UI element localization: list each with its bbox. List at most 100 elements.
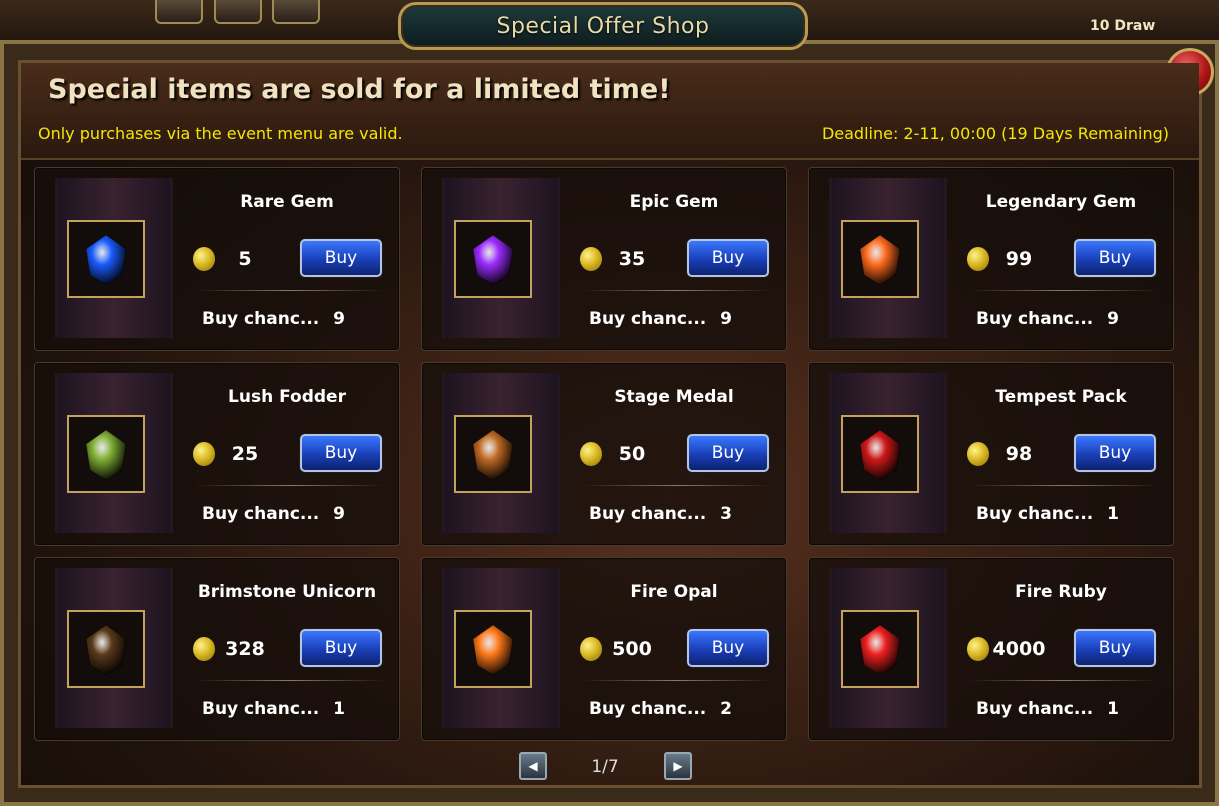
- top-menu-button-3[interactable]: [272, 0, 320, 24]
- divider: [582, 680, 772, 681]
- divider: [969, 485, 1159, 486]
- buy-button[interactable]: Buy: [1074, 434, 1156, 472]
- gold-coin-icon: [193, 637, 215, 661]
- item-card: Brimstone Unicorn 328 Buy Buy chanc... 1: [34, 557, 400, 741]
- item-name: Rare Gem: [240, 192, 334, 212]
- title-plate: Special Offer Shop: [398, 2, 808, 50]
- item-price: 99: [1005, 248, 1033, 270]
- divider: [195, 485, 385, 486]
- item-name: Epic Gem: [629, 192, 719, 212]
- item-name: Brimstone Unicorn: [197, 582, 377, 602]
- top-menu-button-2[interactable]: [214, 0, 262, 24]
- buy-chance-value: 9: [1107, 309, 1119, 329]
- item-name: Fire Opal: [630, 582, 718, 602]
- item-card: Rare Gem 5 Buy Buy chanc... 9: [34, 167, 400, 351]
- item-slot[interactable]: [67, 220, 145, 298]
- epic-gem-icon: [472, 234, 514, 286]
- item-name: Tempest Pack: [995, 387, 1127, 407]
- rare-gem-icon: [85, 234, 127, 286]
- item-slot[interactable]: [67, 610, 145, 688]
- item-price: 328: [225, 638, 265, 660]
- fire-ruby-icon: [859, 624, 901, 676]
- item-price: 50: [618, 443, 646, 465]
- gold-coin-icon: [580, 637, 602, 661]
- buy-chance-value: 2: [720, 699, 732, 719]
- divider: [969, 680, 1159, 681]
- top-menu-button-1[interactable]: [155, 0, 203, 24]
- buy-chance-label: Buy chanc...: [589, 504, 707, 524]
- buy-chance-label: Buy chanc...: [589, 699, 707, 719]
- item-price: 35: [618, 248, 646, 270]
- gold-coin-icon: [967, 247, 989, 271]
- item-slot[interactable]: [841, 610, 919, 688]
- prev-page-button[interactable]: ◀: [519, 752, 547, 780]
- item-price: 4000: [992, 638, 1046, 660]
- buy-button[interactable]: Buy: [300, 629, 382, 667]
- gold-coin-icon: [193, 247, 215, 271]
- divider: [582, 290, 772, 291]
- buy-button[interactable]: Buy: [687, 434, 769, 472]
- unicorn-icon: [85, 624, 127, 676]
- buy-chance-value: 1: [333, 699, 345, 719]
- divider: [582, 485, 772, 486]
- buy-chance-label: Buy chanc...: [202, 699, 320, 719]
- arrow-right-icon: ▶: [673, 759, 683, 773]
- window-title: Special Offer Shop: [496, 13, 710, 39]
- buy-chance-label: Buy chanc...: [976, 504, 1094, 524]
- item-slot[interactable]: [67, 415, 145, 493]
- item-price: 98: [1005, 443, 1033, 465]
- fodder-icon: [85, 429, 127, 481]
- item-name: Stage Medal: [614, 387, 734, 407]
- buy-chance-label: Buy chanc...: [589, 309, 707, 329]
- item-price: 500: [612, 638, 652, 660]
- purchase-note: Only purchases via the event menu are va…: [38, 124, 403, 143]
- gold-coin-icon: [580, 247, 602, 271]
- buy-chance-label: Buy chanc...: [976, 309, 1094, 329]
- item-slot[interactable]: [454, 610, 532, 688]
- headline: Special items are sold for a limited tim…: [48, 74, 671, 105]
- buy-button[interactable]: Buy: [687, 629, 769, 667]
- buy-chance-label: Buy chanc...: [202, 504, 320, 524]
- fire-opal-icon: [472, 624, 514, 676]
- gold-coin-icon: [967, 637, 989, 661]
- gold-coin-icon: [967, 442, 989, 466]
- buy-button[interactable]: Buy: [1074, 629, 1156, 667]
- pack-icon: [859, 429, 901, 481]
- buy-chance-value: 3: [720, 504, 732, 524]
- next-page-button[interactable]: ▶: [664, 752, 692, 780]
- item-card: Lush Fodder 25 Buy Buy chanc... 9: [34, 362, 400, 546]
- buy-button[interactable]: Buy: [300, 434, 382, 472]
- item-price: 25: [231, 443, 259, 465]
- arrow-left-icon: ◀: [528, 759, 538, 773]
- item-name: Fire Ruby: [1015, 582, 1107, 602]
- buy-button[interactable]: Buy: [1074, 239, 1156, 277]
- item-card: Fire Ruby 4000 Buy Buy chanc... 1: [808, 557, 1174, 741]
- item-card: Stage Medal 50 Buy Buy chanc... 3: [421, 362, 787, 546]
- gold-coin-icon: [580, 442, 602, 466]
- buy-chance-value: 9: [333, 309, 345, 329]
- medal-icon: [472, 429, 514, 481]
- item-slot[interactable]: [454, 220, 532, 298]
- buy-button[interactable]: Buy: [300, 239, 382, 277]
- divider: [195, 290, 385, 291]
- buy-chance-value: 9: [333, 504, 345, 524]
- buy-chance-value: 9: [720, 309, 732, 329]
- item-name: Lush Fodder: [228, 387, 346, 407]
- buy-chance-value: 1: [1107, 699, 1119, 719]
- gold-coin-icon: [193, 442, 215, 466]
- item-card: Tempest Pack 98 Buy Buy chanc... 1: [808, 362, 1174, 546]
- divider: [195, 680, 385, 681]
- divider: [969, 290, 1159, 291]
- item-slot[interactable]: [454, 415, 532, 493]
- item-card: Epic Gem 35 Buy Buy chanc... 9: [421, 167, 787, 351]
- item-card: Fire Opal 500 Buy Buy chanc... 2: [421, 557, 787, 741]
- buy-chance-label: Buy chanc...: [976, 699, 1094, 719]
- item-slot[interactable]: [841, 220, 919, 298]
- item-card: Legendary Gem 99 Buy Buy chanc... 9: [808, 167, 1174, 351]
- buy-chance-label: Buy chanc...: [202, 309, 320, 329]
- item-slot[interactable]: [841, 415, 919, 493]
- legendary-gem-icon: [859, 234, 901, 286]
- item-name: Legendary Gem: [985, 192, 1137, 212]
- item-price: 5: [238, 248, 252, 270]
- buy-button[interactable]: Buy: [687, 239, 769, 277]
